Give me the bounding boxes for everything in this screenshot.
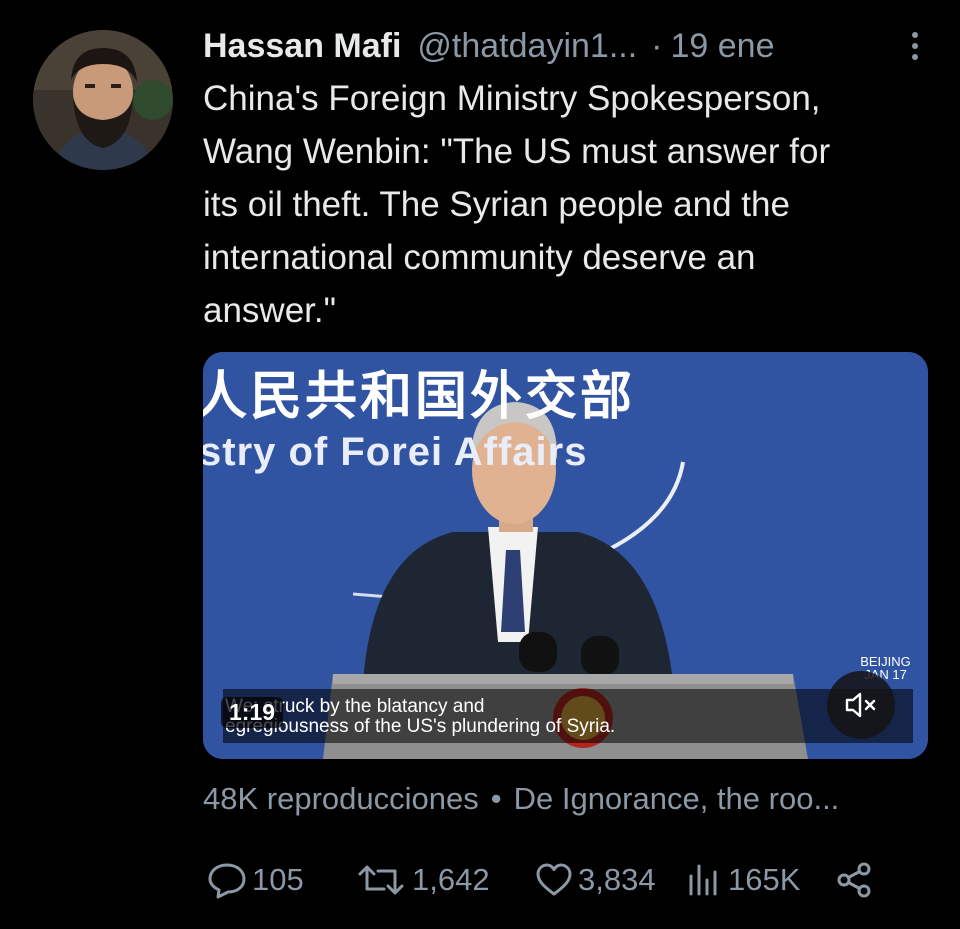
video-player[interactable]: 人民共和国外交部 stry of Forei Affairs BEIJING J…: [203, 352, 928, 759]
backdrop-english-text: stry of Forei Affairs: [203, 430, 588, 474]
video-caption: We: struck by the blatancy and egregious…: [225, 696, 616, 737]
avatar-image: [33, 30, 173, 170]
reply-icon: [208, 863, 246, 899]
like-count: 3,834: [578, 862, 656, 897]
views-button[interactable]: 165K: [684, 860, 834, 900]
video-timestamp: 1:19: [221, 697, 284, 728]
views-count: 165K: [728, 862, 801, 897]
view-count-label: 48K reproducciones: [203, 781, 479, 816]
backdrop-chinese-text: 人民共和国外交部: [203, 368, 636, 426]
retweet-icon: [358, 865, 404, 895]
speaker-muted-icon: [845, 692, 876, 718]
reply-count: 105: [252, 862, 304, 897]
heart-icon: [536, 863, 572, 896]
share-button[interactable]: [834, 860, 874, 900]
analytics-icon: [689, 864, 717, 896]
tweet-text: China's Foreign Ministry Spokesperson, W…: [203, 79, 831, 330]
header-separator: ·: [651, 26, 663, 65]
action-bar: 105 1,642 3,834 165K: [206, 855, 906, 905]
video-source-link[interactable]: De Ignorance, the roo...: [514, 781, 840, 816]
meta-separator: •: [490, 781, 502, 816]
mute-button[interactable]: [827, 671, 895, 739]
like-button[interactable]: 3,834: [534, 860, 684, 900]
share-icon: [837, 862, 871, 898]
more-options-icon[interactable]: [900, 28, 930, 64]
media-meta: 48K reproducciones • De Ignorance, the roo…: [203, 781, 839, 817]
author-name[interactable]: Hassan Mafi: [203, 27, 401, 66]
tweet-date[interactable]: 19 ene: [671, 27, 775, 66]
tweet-header: Hassan Mafi @thatdayin1... · 19 ene: [203, 24, 930, 68]
author-handle[interactable]: @thatdayin1...: [417, 27, 637, 66]
retweet-button[interactable]: 1,642: [354, 860, 534, 900]
retweet-count: 1,642: [412, 862, 490, 897]
reply-button[interactable]: 105: [206, 860, 354, 900]
avatar[interactable]: [33, 30, 173, 170]
